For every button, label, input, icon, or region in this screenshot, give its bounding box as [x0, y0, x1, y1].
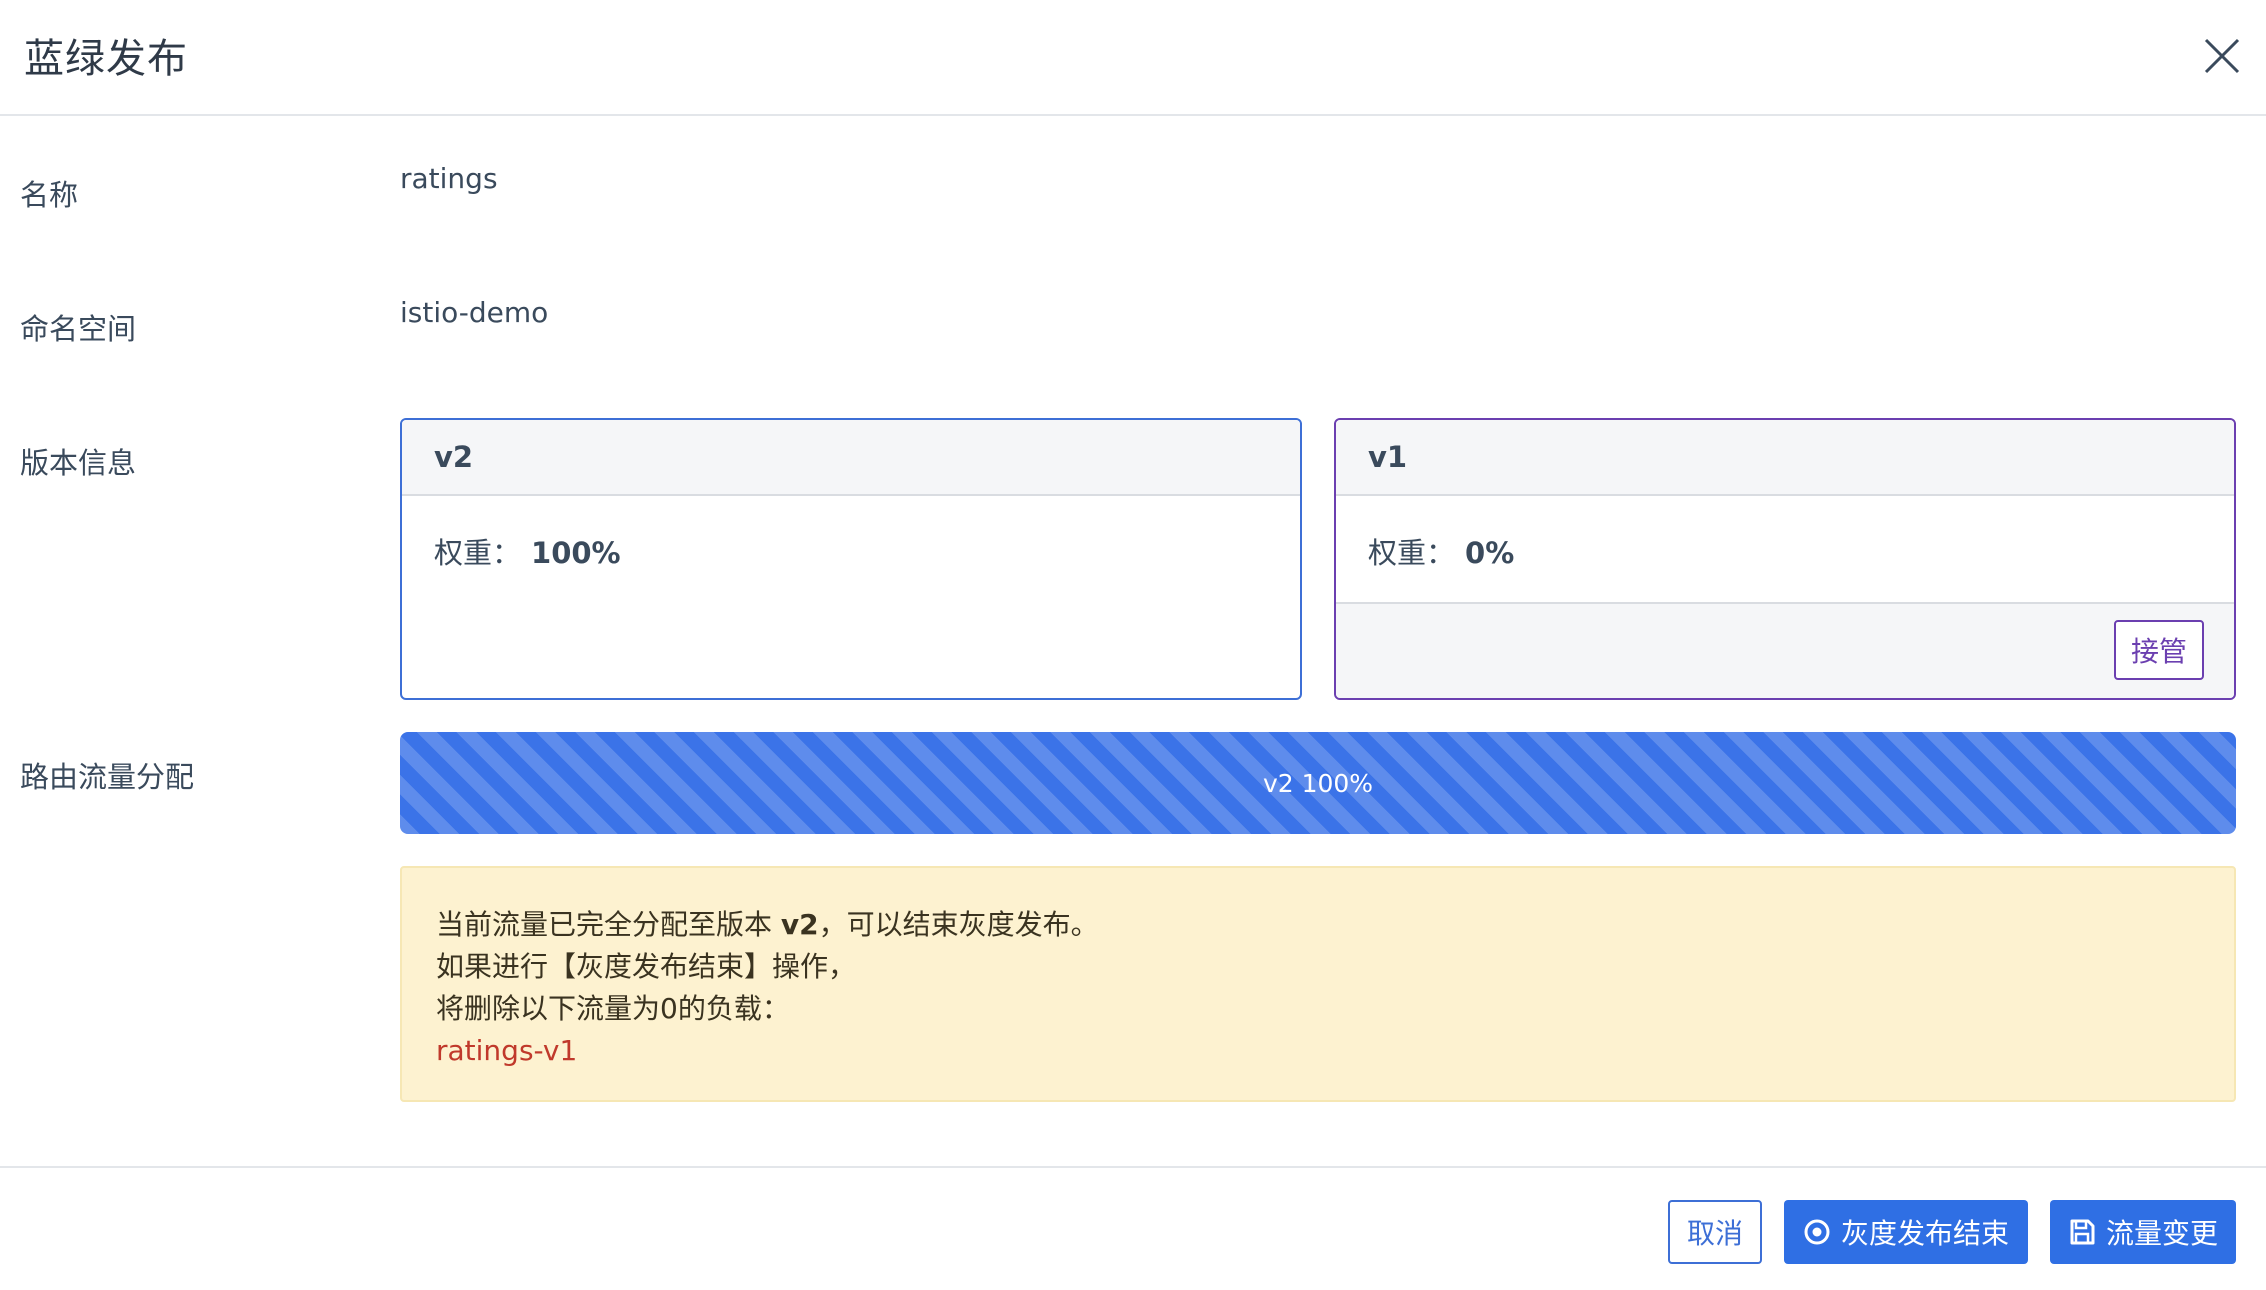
- traffic-progress-bar: v2 100%: [400, 732, 2236, 834]
- cancel-button-label: 取消: [1686, 1217, 1743, 1250]
- notice-line-1: 当前流量已完全分配至版本 v2，可以结束灰度发布。: [436, 904, 2234, 946]
- name-value: ratings: [400, 162, 498, 195]
- weight-label: 权重：: [1368, 536, 1456, 570]
- route-traffic-label: 路由流量分配: [20, 760, 195, 794]
- traffic-progress-fill: v2 100%: [400, 732, 2236, 834]
- notice-workload: ratings-v1: [436, 1034, 578, 1067]
- version-card-footer: 接管: [1336, 602, 2234, 698]
- version-weight: 权重： 0%: [1336, 496, 2234, 572]
- version-weight: 权重： 100%: [402, 496, 1300, 572]
- end-canary-label: 灰度发布结束: [1840, 1217, 2009, 1250]
- dialog-header: 蓝绿发布: [0, 0, 2266, 116]
- version-info-label: 版本信息: [20, 446, 137, 480]
- takeover-button[interactable]: 接管: [2114, 620, 2204, 680]
- notice-line-3: 将删除以下流量为0的负载：: [436, 992, 790, 1025]
- end-canary-button[interactable]: 灰度发布结束: [1784, 1200, 2028, 1264]
- notice-text: ，可以结束灰度发布。: [818, 908, 1099, 941]
- weight-value: 100%: [531, 536, 621, 570]
- save-icon: [2068, 1218, 2096, 1246]
- notice-version: v2: [780, 908, 819, 941]
- version-card-v2: v2 权重： 100%: [400, 418, 1302, 700]
- version-card-title: v2: [402, 420, 1300, 496]
- notice-text: 当前流量已完全分配至版本: [436, 908, 781, 941]
- traffic-progress-label: v2 100%: [1262, 768, 1374, 798]
- cancel-button[interactable]: 取消: [1668, 1200, 1762, 1264]
- version-card-v1: v1 权重： 0% 接管: [1334, 418, 2236, 700]
- notice-line-2: 如果进行【灰度发布结束】操作，: [436, 950, 857, 983]
- close-icon[interactable]: [2200, 34, 2244, 78]
- traffic-change-label: 流量变更: [2105, 1217, 2218, 1250]
- namespace-value: istio-demo: [400, 296, 549, 329]
- notice-alert: 当前流量已完全分配至版本 v2，可以结束灰度发布。 如果进行【灰度发布结束】操作…: [400, 866, 2236, 1102]
- traffic-change-button[interactable]: 流量变更: [2050, 1200, 2236, 1264]
- namespace-label: 命名空间: [20, 312, 137, 346]
- weight-value: 0%: [1465, 536, 1515, 570]
- weight-label: 权重：: [434, 536, 522, 570]
- target-circle-icon: [1803, 1218, 1831, 1246]
- version-card-title: v1: [1336, 420, 2234, 496]
- dialog-title: 蓝绿发布: [24, 36, 188, 82]
- name-label: 名称: [20, 178, 79, 212]
- footer-divider: [0, 1166, 2266, 1168]
